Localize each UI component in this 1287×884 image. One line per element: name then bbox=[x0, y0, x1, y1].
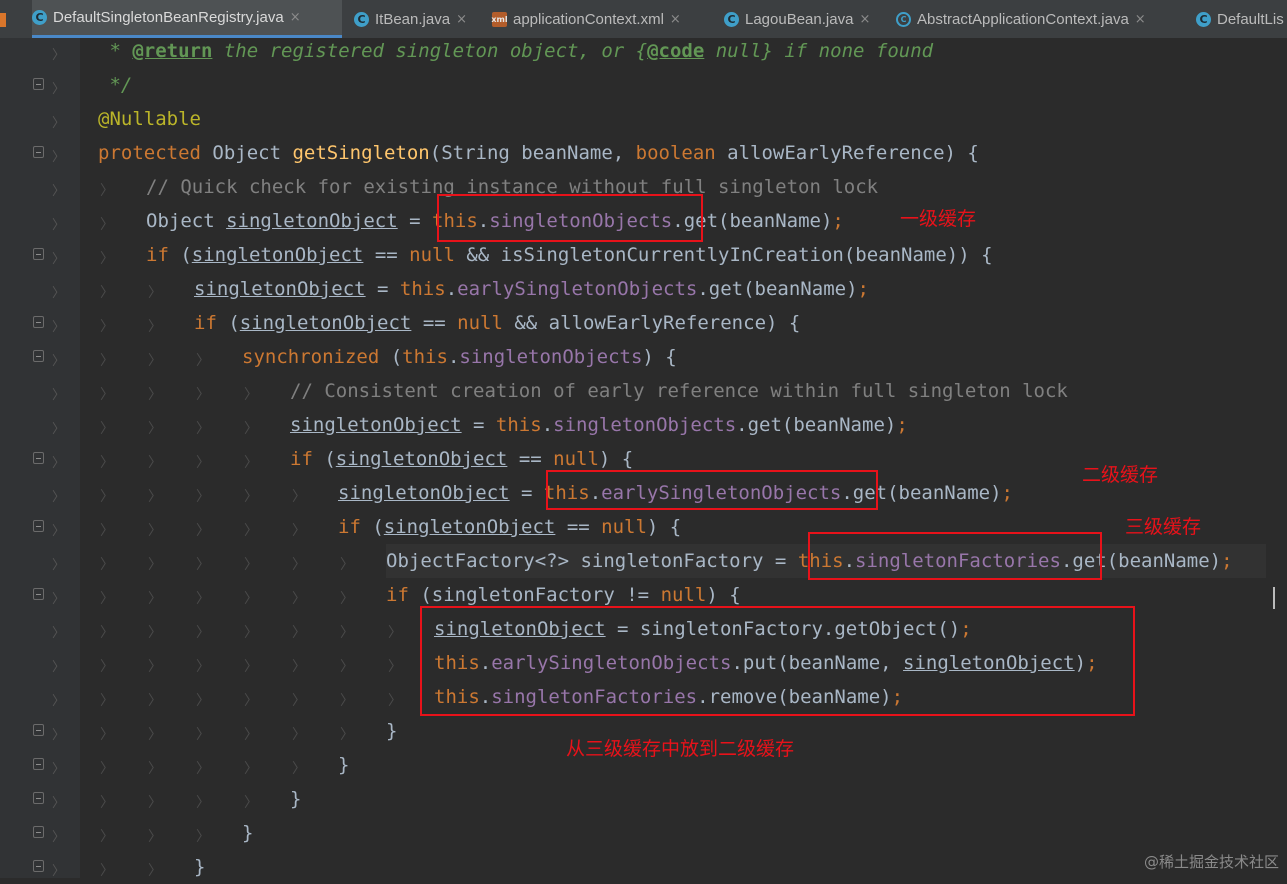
tab-label: applicationContext.xml bbox=[513, 10, 664, 28]
close-icon[interactable]: × bbox=[859, 12, 870, 27]
chevron-right-icon: 〉 bbox=[52, 490, 66, 505]
code-line-25: } bbox=[194, 856, 206, 878]
chevron-right-icon: 〉 bbox=[52, 524, 66, 539]
chevron-right-icon: 〉 bbox=[52, 728, 66, 743]
code-line-20: this.singletonFactories.remove(beanName)… bbox=[434, 686, 904, 708]
class-icon: C bbox=[724, 11, 739, 27]
code-line-10: synchronized (this.singletonObjects) { bbox=[242, 346, 677, 368]
fold-icon[interactable] bbox=[33, 860, 44, 872]
fold-icon[interactable] bbox=[33, 452, 44, 464]
chevron-right-icon: 〉 bbox=[52, 116, 66, 131]
chevron-right-icon: 〉 bbox=[52, 422, 66, 437]
code-line-8: singletonObject = this.earlySingletonObj… bbox=[194, 278, 869, 300]
code-line-19: this.earlySingletonObjects.put(beanName,… bbox=[434, 652, 1098, 674]
chevron-right-icon: 〉 bbox=[52, 830, 66, 845]
label-move-to-level2: 从三级缓存中放到二级缓存 bbox=[566, 738, 795, 760]
abstract-class-icon: C bbox=[896, 11, 911, 27]
fold-icon[interactable] bbox=[33, 350, 44, 362]
chevron-right-icon: 〉 bbox=[52, 48, 66, 63]
code-line-18: singletonObject = singletonFactory.getOb… bbox=[434, 618, 972, 640]
previous-tab-edge[interactable] bbox=[0, 13, 6, 27]
chevron-right-icon: 〉 bbox=[52, 252, 66, 267]
chevron-right-icon: 〉 bbox=[52, 558, 66, 573]
fold-icon[interactable] bbox=[33, 724, 44, 736]
fold-icon[interactable] bbox=[33, 316, 44, 328]
close-icon[interactable]: × bbox=[1135, 12, 1146, 27]
close-icon[interactable]: × bbox=[456, 12, 467, 27]
chevron-right-icon: 〉 bbox=[52, 796, 66, 811]
code-line-3: @Nullable bbox=[98, 108, 201, 130]
tab-lagoubean[interactable]: C LagouBean.java × bbox=[724, 0, 890, 38]
code-line-1: * @return the registered singleton objec… bbox=[98, 40, 934, 62]
fold-icon[interactable] bbox=[33, 248, 44, 260]
code-line-21: } bbox=[386, 720, 398, 742]
code-line-7: if (singletonObject == null && isSinglet… bbox=[146, 244, 993, 266]
class-icon: C bbox=[354, 11, 369, 27]
code-line-5: // Quick check for existing instance wit… bbox=[146, 176, 879, 198]
tab-default-listable[interactable]: C DefaultLis bbox=[1196, 0, 1287, 38]
tab-label: AbstractApplicationContext.java bbox=[917, 10, 1129, 28]
tab-itbean[interactable]: C ItBean.java × bbox=[354, 0, 482, 38]
tab-default-singleton-bean-registry[interactable]: C DefaultSingletonBeanRegistry.java × bbox=[32, 0, 342, 38]
close-icon[interactable]: × bbox=[290, 10, 301, 25]
tab-label: DefaultLis bbox=[1217, 10, 1284, 28]
fold-icon[interactable] bbox=[33, 792, 44, 804]
chevron-right-icon: 〉 bbox=[52, 626, 66, 641]
code-line-17: if (singletonFactory != null) { bbox=[386, 584, 741, 606]
label-level1-cache: 一级缓存 bbox=[900, 208, 977, 230]
fold-icon[interactable] bbox=[33, 588, 44, 600]
tab-label: LagouBean.java bbox=[745, 10, 854, 28]
code-line-24: } bbox=[242, 822, 254, 844]
fold-icon[interactable] bbox=[33, 826, 44, 838]
tab-label: ItBean.java bbox=[375, 10, 451, 28]
code-line-2: */ bbox=[98, 74, 133, 96]
code-line-22: } bbox=[338, 754, 350, 776]
code-line-4: protected Object getSingleton(String bea… bbox=[98, 142, 979, 164]
code-line-11: // Consistent creation of early referenc… bbox=[290, 380, 1068, 402]
chevron-right-icon: 〉 bbox=[52, 660, 66, 675]
fold-icon[interactable] bbox=[33, 146, 44, 158]
close-icon[interactable]: × bbox=[670, 12, 681, 27]
fold-icon[interactable] bbox=[33, 78, 44, 90]
code-line-12: singletonObject = this.singletonObjects.… bbox=[290, 414, 908, 436]
editor-gutter: 〉 〉 〉 〉 〉 〉 〉 〉 〉 〉 〉 〉 〉 〉 〉 〉 〉 〉 〉 〉 … bbox=[0, 38, 80, 879]
chevron-right-icon: 〉 bbox=[52, 694, 66, 709]
xml-file-icon: xml bbox=[491, 11, 508, 27]
fold-icon[interactable] bbox=[33, 520, 44, 532]
chevron-right-icon: 〉 bbox=[52, 286, 66, 301]
code-line-13: if (singletonObject == null) { bbox=[290, 448, 634, 470]
label-level2-cache: 二级缓存 bbox=[1082, 464, 1159, 486]
code-line-16-current: ObjectFactory<?> singletonFactory = this… bbox=[386, 544, 1266, 578]
text-caret bbox=[1273, 587, 1275, 609]
label-level3-cache: 三级缓存 bbox=[1125, 516, 1202, 538]
code-line-6: Object singletonObject = this.singletonO… bbox=[146, 210, 844, 232]
chevron-right-icon: 〉 bbox=[52, 320, 66, 335]
chevron-right-icon: 〉 bbox=[52, 354, 66, 369]
chevron-right-icon: 〉 bbox=[52, 762, 66, 777]
chevron-right-icon: 〉 bbox=[52, 184, 66, 199]
class-icon: C bbox=[1196, 11, 1211, 27]
watermark: @稀土掘金技术社区 bbox=[1143, 853, 1279, 871]
tab-label: DefaultSingletonBeanRegistry.java bbox=[53, 9, 284, 26]
code-line-14: singletonObject = this.earlySingletonObj… bbox=[338, 482, 1013, 504]
chevron-right-icon: 〉 bbox=[52, 592, 66, 607]
code-line-9: if (singletonObject == null && allowEarl… bbox=[194, 312, 801, 334]
code-line-23: } bbox=[290, 788, 302, 810]
chevron-right-icon: 〉 bbox=[52, 864, 66, 879]
chevron-right-icon: 〉 bbox=[52, 82, 66, 97]
chevron-right-icon: 〉 bbox=[52, 456, 66, 471]
tab-application-context-xml[interactable]: xml applicationContext.xml × bbox=[491, 0, 714, 38]
tab-abstract-application-context[interactable]: C AbstractApplicationContext.java × bbox=[896, 0, 1186, 38]
chevron-right-icon: 〉 bbox=[52, 150, 66, 165]
code-line-15: if (singletonObject == null) { bbox=[338, 516, 682, 538]
chevron-right-icon: 〉 bbox=[52, 218, 66, 233]
class-icon: C bbox=[32, 10, 47, 25]
fold-icon[interactable] bbox=[33, 758, 44, 770]
chevron-right-icon: 〉 bbox=[52, 388, 66, 403]
